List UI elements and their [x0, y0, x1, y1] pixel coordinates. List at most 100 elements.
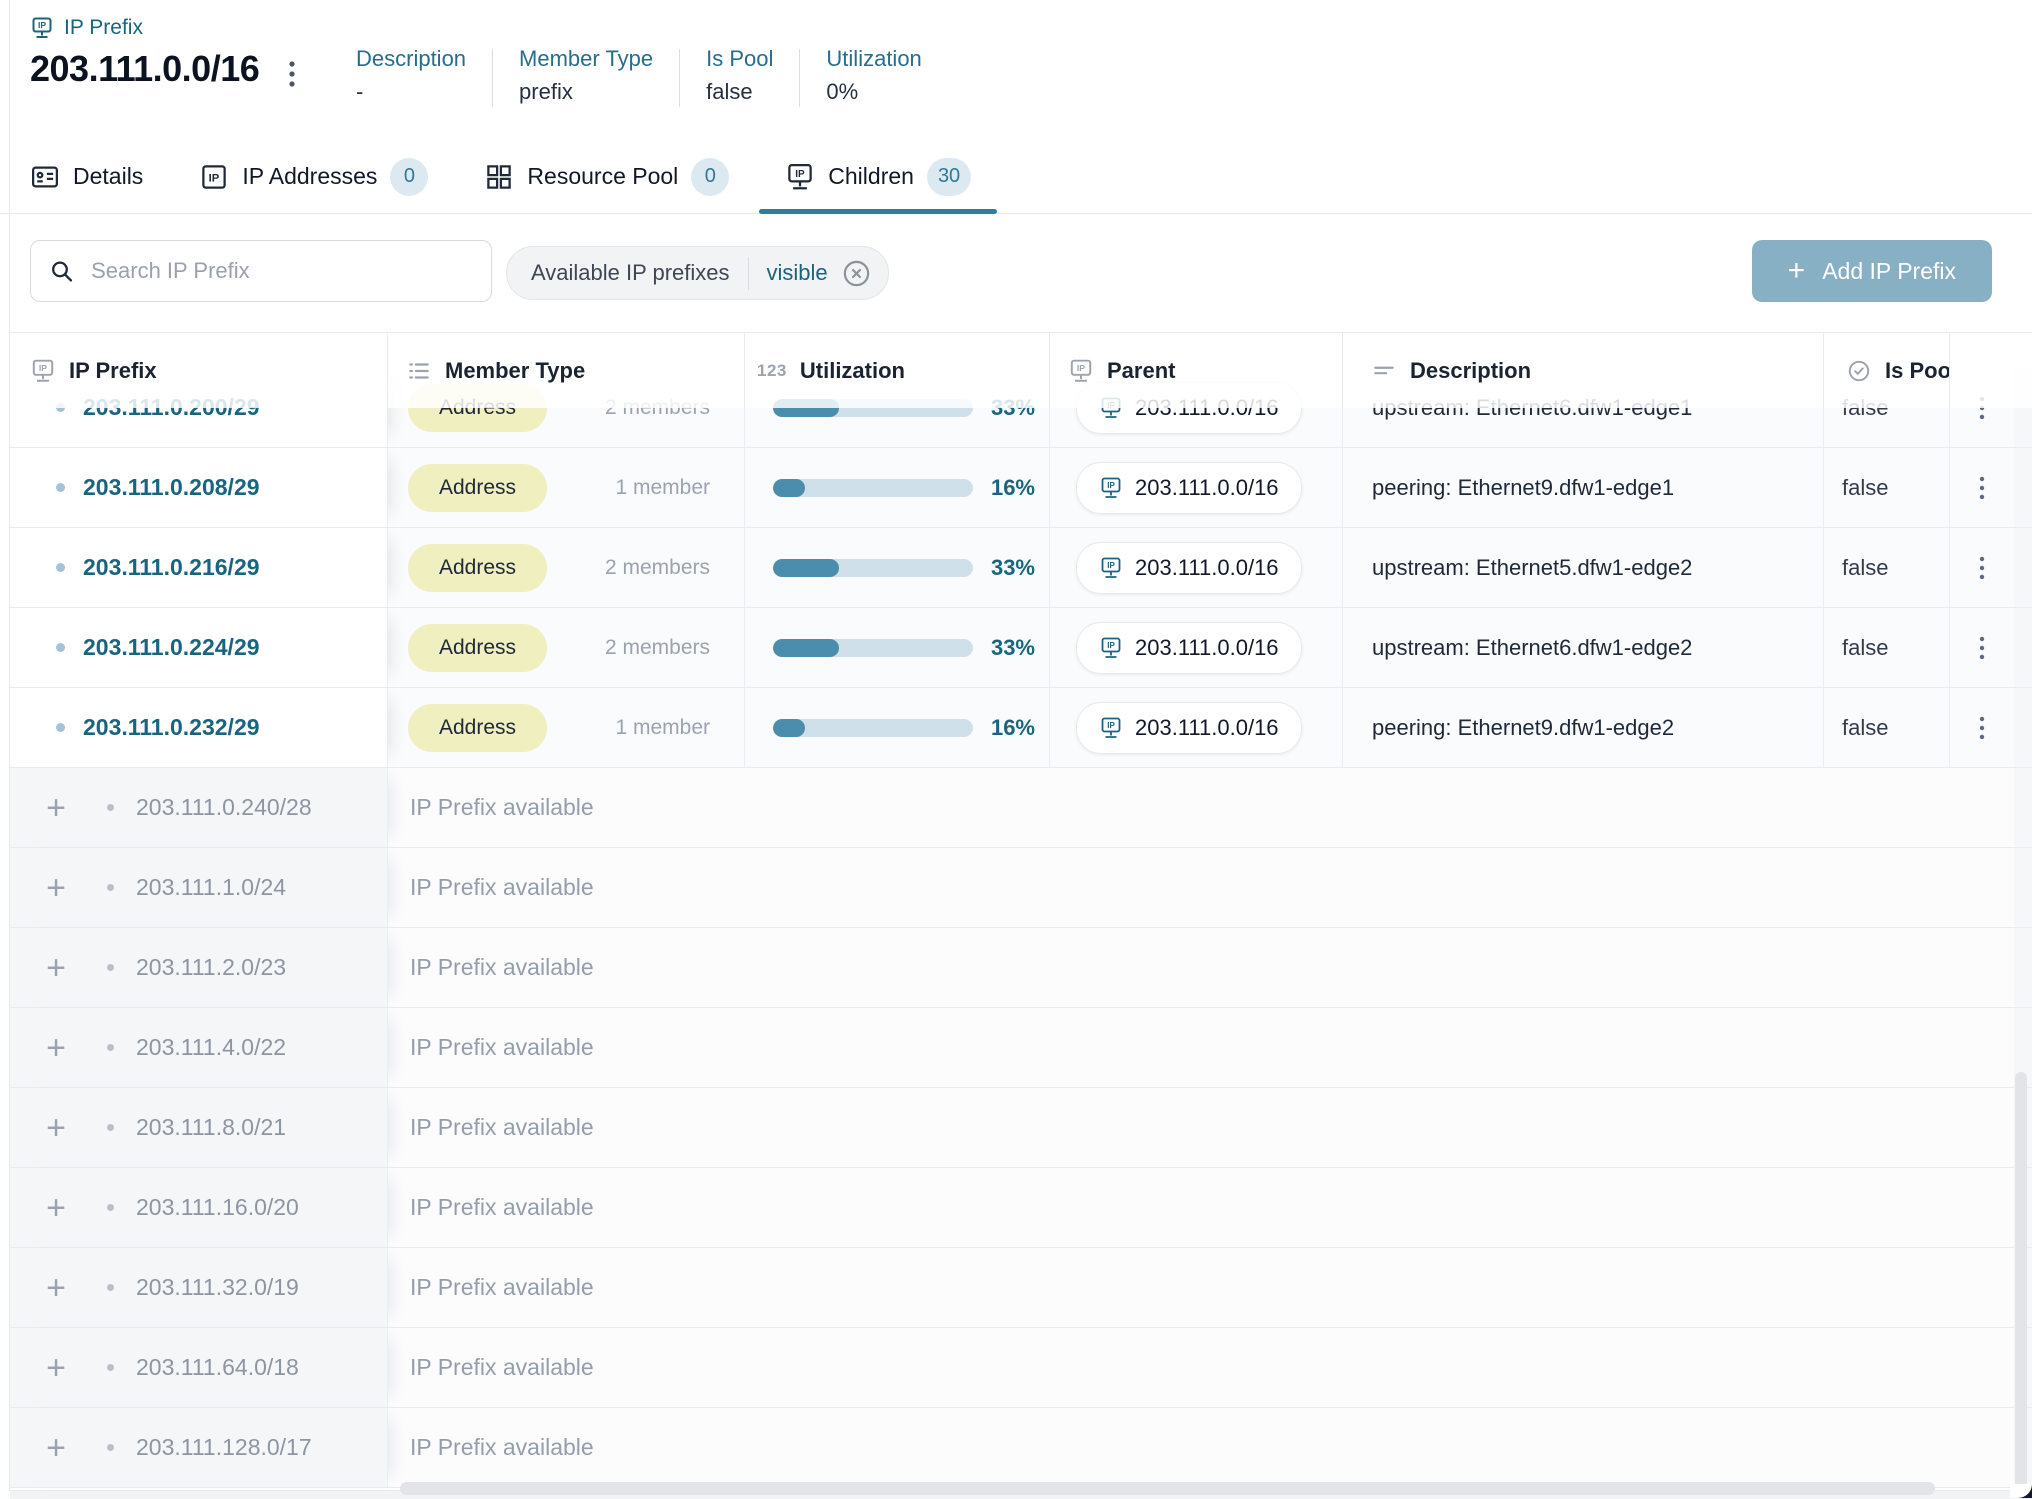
- available-prefix-text: 203.111.1.0/24: [136, 874, 286, 901]
- is-pool-value: false: [1842, 715, 1888, 741]
- add-available-prefix-button[interactable]: +: [43, 951, 69, 985]
- tab-resource-pool[interactable]: Resource Pool 0: [456, 140, 757, 213]
- column-header-is-pool[interactable]: Is Pool: [1824, 333, 1950, 408]
- parent-prefix-text: 203.111.0.0/16: [1135, 475, 1279, 501]
- field-description: Description -: [356, 46, 466, 105]
- member-type-cell: Address2 members: [388, 608, 745, 687]
- column-header-member-type[interactable]: Member Type: [388, 333, 745, 408]
- table-row: 203.111.0.232/29Address1 member16%IP203.…: [10, 688, 2032, 768]
- tab-children[interactable]: IP Children 30: [757, 140, 999, 213]
- available-label: IP Prefix available: [410, 1034, 594, 1061]
- available-label-cell: IP Prefix available: [388, 1088, 2014, 1167]
- row-menu-button[interactable]: [1972, 629, 1992, 667]
- bullet-dot: [107, 1124, 114, 1131]
- filter-chip-value: visible: [767, 260, 828, 286]
- scroll-gutter: [2014, 448, 2032, 527]
- bullet-dot: [107, 1364, 114, 1371]
- ip-prefix-icon: IP: [30, 358, 56, 384]
- ip-prefix-icon: IP: [1068, 358, 1094, 384]
- svg-text:IP: IP: [38, 20, 46, 30]
- add-ip-prefix-button[interactable]: + Add IP Prefix: [1752, 240, 1992, 302]
- add-available-prefix-button[interactable]: +: [43, 1111, 69, 1145]
- bullet-dot: [56, 563, 65, 572]
- description-cell: peering: Ethernet9.dfw1-edge2: [1343, 688, 1824, 767]
- ip-prefix-link[interactable]: 203.111.0.232/29: [83, 714, 260, 741]
- is-pool-cell: false: [1824, 528, 1950, 607]
- bullet-dot: [107, 1044, 114, 1051]
- available-label-cell: IP Prefix available: [388, 1008, 2014, 1087]
- add-available-prefix-button[interactable]: +: [43, 871, 69, 905]
- scroll-gutter: [2014, 528, 2032, 607]
- description-cell: upstream: Ethernet6.dfw1-edge2: [1343, 608, 1824, 687]
- is-pool-value: false: [1842, 555, 1888, 581]
- available-prefix-row: +203.111.1.0/24 IP Prefix available: [10, 848, 2032, 928]
- row-menu-button[interactable]: [1972, 549, 1992, 587]
- column-header-utilization[interactable]: 123 Utilization: [745, 333, 1050, 408]
- utilization-cell: 33%: [745, 608, 1050, 687]
- horizontal-scrollbar-thumb[interactable]: [400, 1482, 1935, 1495]
- tab-details[interactable]: Details: [2, 140, 171, 213]
- table-header: IP IP Prefix Member Type 123 Utilization: [10, 332, 2032, 408]
- bullet-dot: [56, 643, 65, 652]
- ip-prefix-link[interactable]: 203.111.0.224/29: [83, 634, 260, 661]
- svg-text:IP: IP: [39, 363, 47, 373]
- add-available-prefix-button[interactable]: +: [43, 1191, 69, 1225]
- column-header-description[interactable]: Description: [1343, 333, 1824, 408]
- available-label-cell: IP Prefix available: [388, 1168, 2014, 1247]
- available-prefix-row: +203.111.0.240/28IP Prefix available: [10, 768, 2032, 848]
- ip-prefix-cell: 203.111.0.208/29: [10, 448, 388, 527]
- vertical-scrollbar-thumb[interactable]: [2015, 1072, 2027, 1488]
- bullet-dot: [107, 884, 114, 891]
- available-label-cell: IP Prefix available: [388, 848, 2014, 927]
- available-prefix-row: +203.111.2.0/23IP Prefix available: [10, 928, 2032, 1008]
- utilization-value: 33%: [991, 555, 1035, 581]
- parent-prefix-text: 203.111.0.0/16: [1135, 715, 1279, 741]
- filter-remove-button[interactable]: [841, 258, 872, 289]
- available-label: IP Prefix available: [410, 874, 594, 901]
- tab-ip-addresses[interactable]: IP IP Addresses 0: [171, 140, 456, 213]
- add-available-prefix-button[interactable]: +: [43, 1031, 69, 1065]
- tab-count-badge: 0: [390, 158, 428, 196]
- available-label: IP Prefix available: [410, 1114, 594, 1141]
- bullet-dot: [107, 964, 114, 971]
- available-label: IP Prefix available: [410, 1354, 594, 1381]
- is-pool-value: false: [1842, 635, 1888, 661]
- parent-link[interactable]: IP203.111.0.0/16: [1076, 542, 1302, 594]
- svg-text:IP: IP: [1077, 363, 1085, 373]
- column-header-parent[interactable]: IP Parent: [1050, 333, 1343, 408]
- available-label-cell: IP Prefix available: [388, 1408, 2014, 1487]
- add-available-prefix-button[interactable]: +: [43, 1351, 69, 1385]
- title-menu-button[interactable]: [283, 54, 301, 97]
- ip-prefix-link[interactable]: 203.111.0.208/29: [83, 474, 260, 501]
- available-label-cell: IP Prefix available: [388, 1248, 2014, 1327]
- actions-cell: [1950, 688, 2014, 767]
- row-menu-button[interactable]: [1972, 469, 1992, 507]
- utilization-value: 33%: [991, 635, 1035, 661]
- parent-link[interactable]: IP203.111.0.0/16: [1076, 462, 1302, 514]
- parent-cell: IP203.111.0.0/16: [1050, 448, 1343, 527]
- scroll-gutter: [2014, 848, 2032, 927]
- search-input[interactable]: [89, 257, 473, 285]
- add-available-prefix-button[interactable]: +: [43, 1431, 69, 1465]
- member-type-cell: Address1 member: [388, 448, 745, 527]
- add-available-prefix-button[interactable]: +: [43, 791, 69, 825]
- description-cell: peering: Ethernet9.dfw1-edge1: [1343, 448, 1824, 527]
- member-type-cell: Address1 member: [388, 688, 745, 767]
- field-member-type: Member Type prefix: [519, 46, 653, 105]
- parent-prefix-text: 203.111.0.0/16: [1135, 555, 1279, 581]
- available-prefix-text: 203.111.2.0/23: [136, 954, 286, 981]
- parent-link[interactable]: IP203.111.0.0/16: [1076, 622, 1302, 674]
- row-menu-button[interactable]: [1972, 709, 1992, 747]
- column-header-actions: [1950, 333, 2014, 408]
- utilization-bar-fill: [773, 639, 839, 657]
- add-available-prefix-button[interactable]: +: [43, 1271, 69, 1305]
- ip-prefix-link[interactable]: 203.111.0.216/29: [83, 554, 260, 581]
- scroll-gutter: [2014, 928, 2032, 1007]
- description-text: peering: Ethernet9.dfw1-edge1: [1372, 475, 1674, 501]
- available-prefix-row: +203.111.128.0/17IP Prefix available: [10, 1408, 2032, 1488]
- text-lines-icon: [1371, 358, 1397, 384]
- parent-link[interactable]: IP203.111.0.0/16: [1076, 702, 1302, 754]
- svg-text:IP: IP: [1107, 641, 1115, 650]
- scroll-gutter: [2014, 768, 2032, 847]
- column-header-ip-prefix[interactable]: IP IP Prefix: [10, 333, 388, 408]
